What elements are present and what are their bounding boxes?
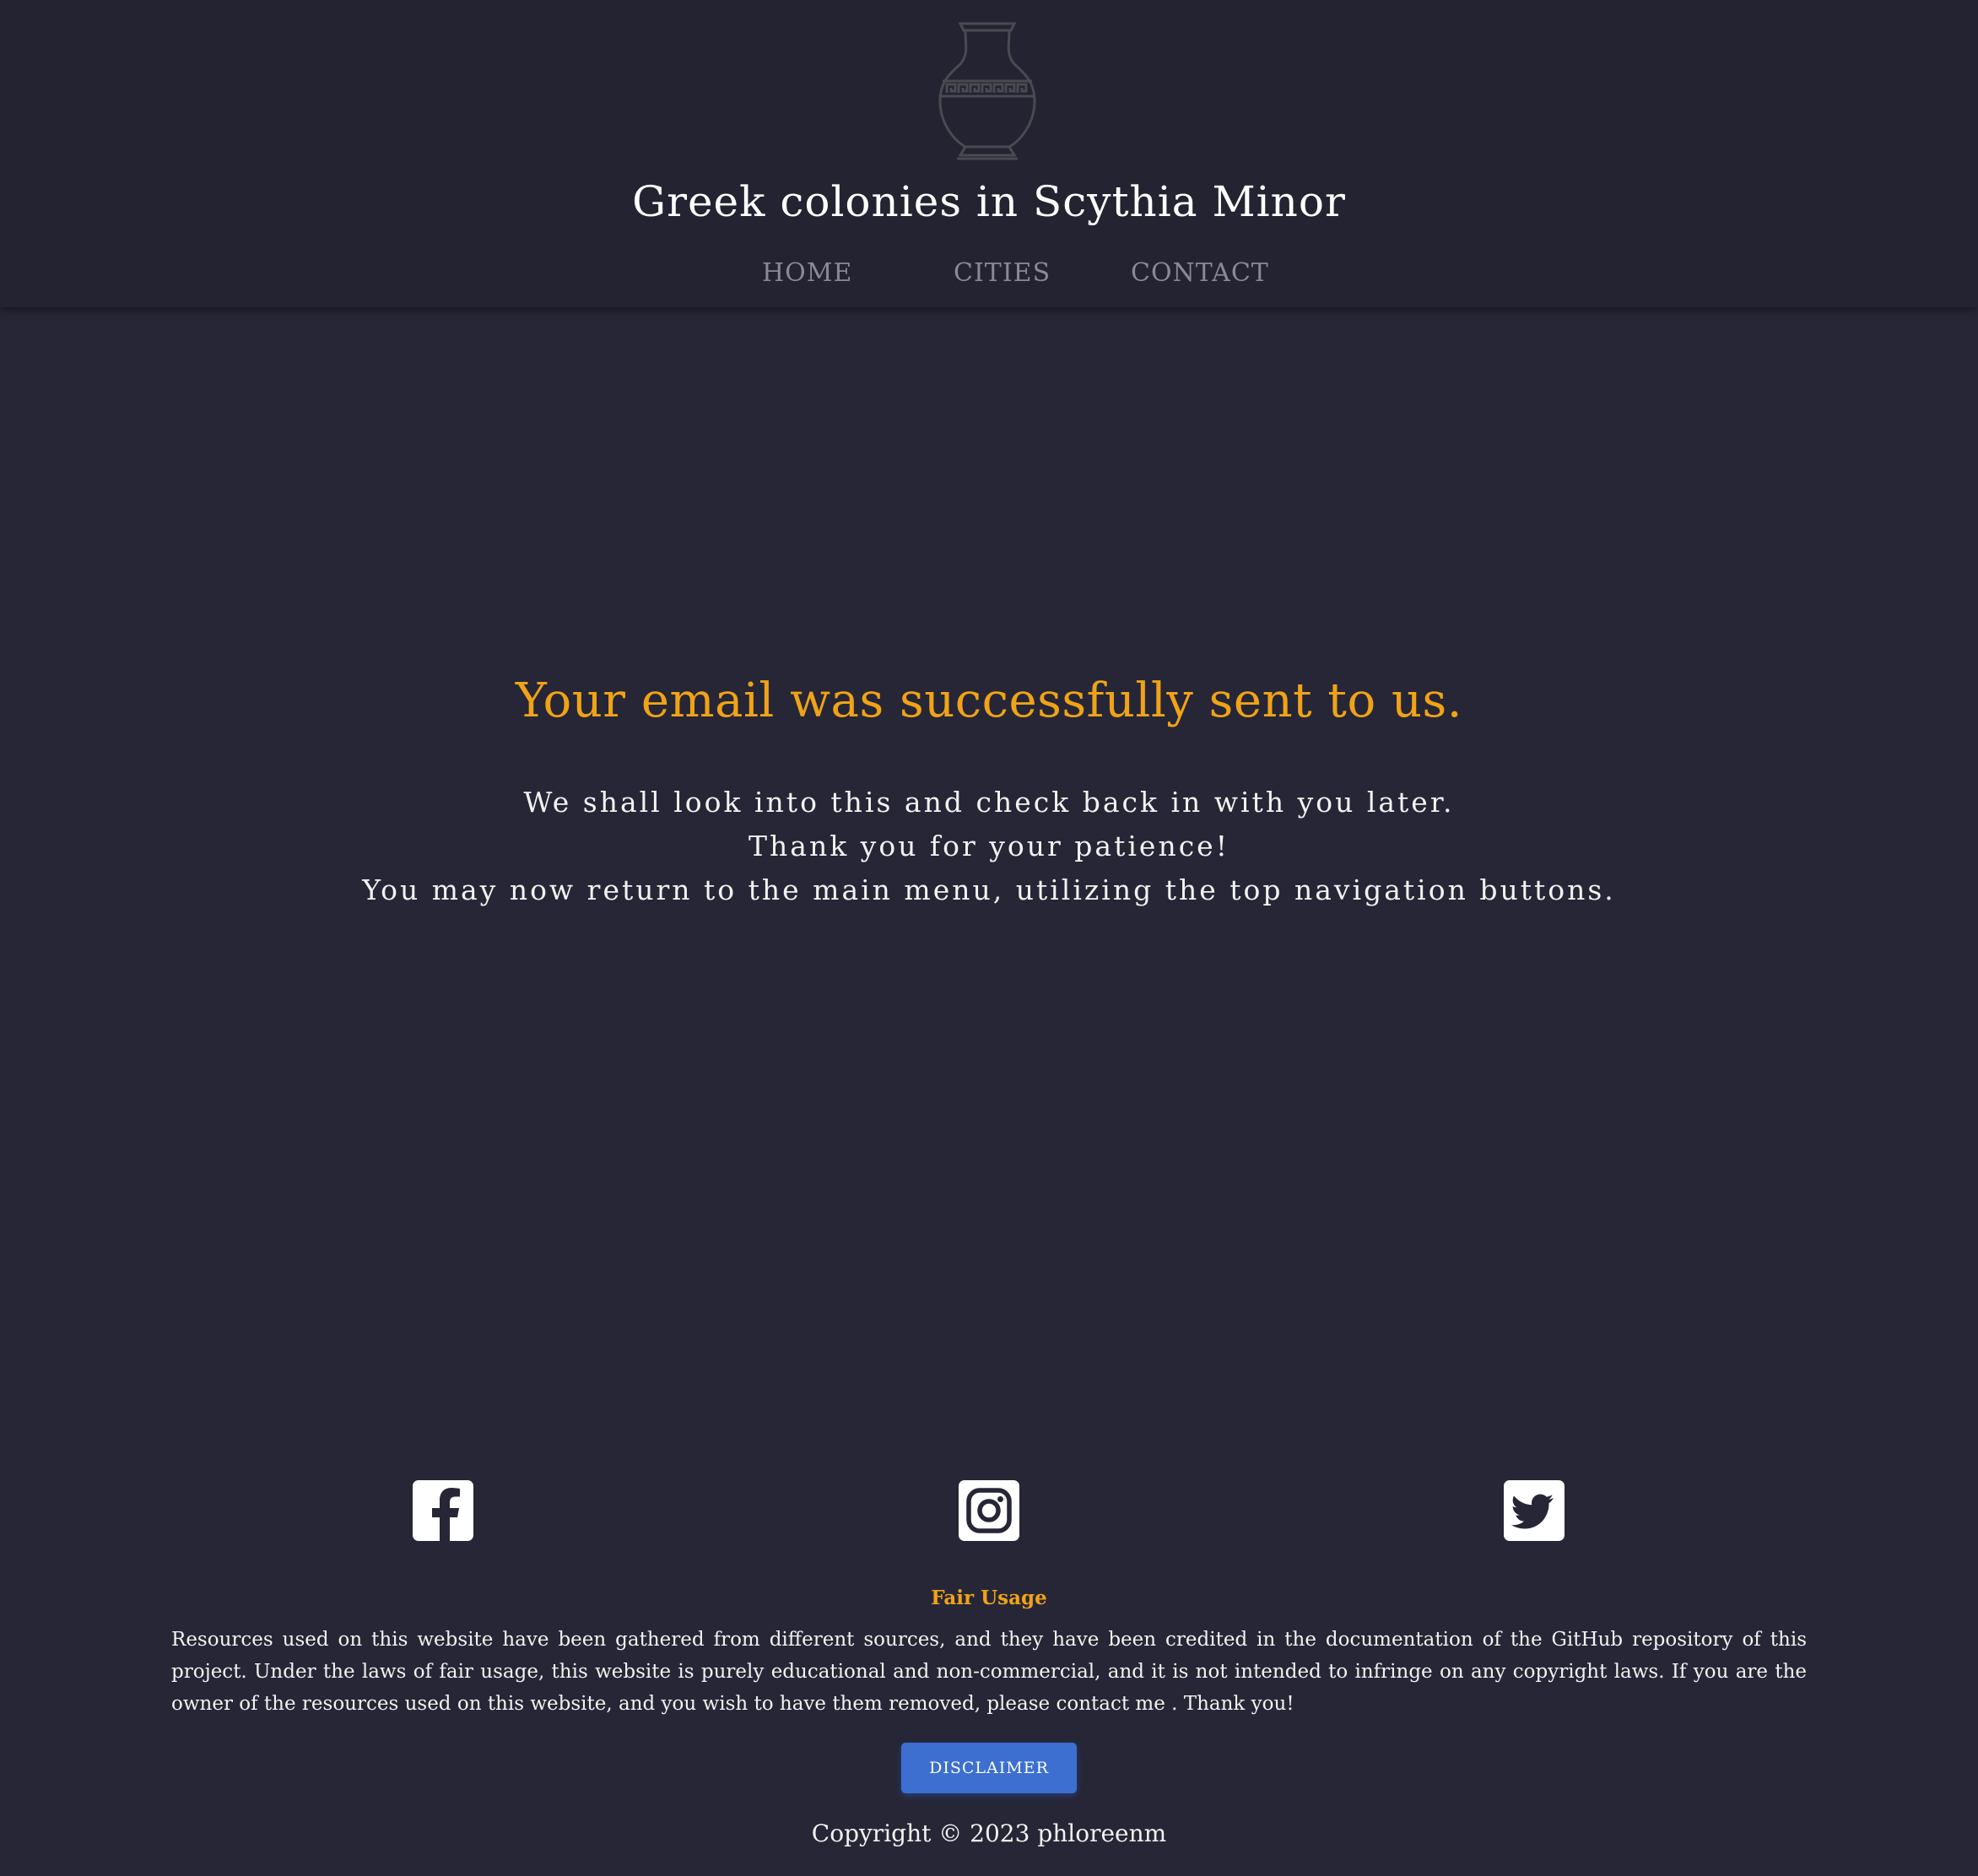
- nav-contact[interactable]: CONTACT: [1131, 258, 1269, 288]
- site-title: Greek colonies in Scythia Minor: [632, 177, 1346, 226]
- nav-cities[interactable]: CITIES: [954, 258, 1051, 288]
- nav-home[interactable]: HOME: [762, 258, 852, 288]
- message-line: Thank you for your patience!: [749, 830, 1229, 862]
- message-line: We shall look into this and check back i…: [523, 786, 1455, 819]
- greek-vase-icon: [938, 22, 1036, 160]
- twitter-icon[interactable]: [1504, 1480, 1565, 1541]
- message-line: You may now return to the main menu, uti…: [362, 873, 1616, 906]
- fair-usage-title: Fair Usage: [931, 1587, 1047, 1609]
- facebook-icon[interactable]: [413, 1480, 473, 1541]
- site-header: Greek colonies in Scythia Minor HOME CIT…: [0, 0, 1978, 307]
- fair-usage-text: Resources used on this website have been…: [171, 1629, 1807, 1715]
- copyright: Copyright © 2023 phloreenm: [811, 1819, 1167, 1847]
- success-heading: Your email was successfully sent to us.: [515, 673, 1463, 728]
- instagram-icon[interactable]: [959, 1480, 1019, 1541]
- disclaimer-button[interactable]: DISCLAIMER: [901, 1743, 1077, 1793]
